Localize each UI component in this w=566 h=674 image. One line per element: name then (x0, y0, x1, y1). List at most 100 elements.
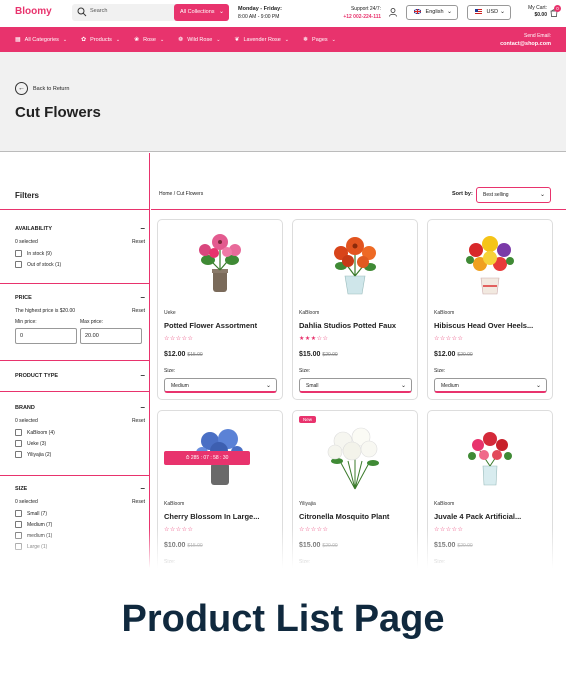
language-select[interactable]: English ⌄ (406, 5, 458, 20)
nav-item-all-categories[interactable]: ▦ All Categories ⌄ (15, 36, 67, 44)
cart-widget[interactable]: My Cart: $0.00 0 (515, 5, 561, 19)
checkbox[interactable] (15, 521, 22, 528)
product-name[interactable]: Citronella Mosquito Plant (299, 512, 415, 521)
filter-option[interactable]: Out of stock (1) (15, 259, 145, 270)
checkbox[interactable] (15, 429, 22, 436)
support-phone[interactable]: +12 002-224-111 (337, 13, 381, 21)
filter-header[interactable]: PRODUCT TYPE – (15, 371, 145, 383)
new-badge: New (299, 416, 317, 423)
sort-value: Best selling (483, 192, 509, 198)
chevron-down-icon: ⌄ (218, 9, 224, 15)
reset-link[interactable]: Reset (132, 308, 145, 314)
user-icon[interactable] (389, 8, 397, 17)
filter-header[interactable]: BRAND – (15, 403, 145, 415)
filter-option[interactable]: medium (1) (15, 530, 145, 541)
nav-item-rose[interactable]: ❀ Rose ⌄ (134, 36, 164, 44)
divider (0, 360, 150, 361)
collection-select[interactable]: All Collections ⌄ (174, 4, 229, 21)
back-to-return-link[interactable]: ← Back to Return (15, 82, 69, 95)
search-input[interactable]: Search (90, 8, 107, 14)
filter-option[interactable]: Small (7) (15, 508, 145, 519)
sort-label: Sort by: (452, 191, 473, 197)
chevron-down-icon: ⌄ (115, 36, 121, 43)
page-title: Cut Flowers (15, 104, 101, 121)
product-name[interactable]: Potted Flower Assortment (164, 321, 280, 330)
product-card[interactable]: ⏱ 285 : 07 : 58 : 30 KaBloom Cherry Blos… (157, 410, 283, 591)
filter-option[interactable]: KaBloom (4) (15, 427, 145, 438)
breadcrumb-home[interactable]: Home (159, 191, 172, 197)
filter-option[interactable]: Medium (7) (15, 519, 145, 530)
filter-title: PRODUCT TYPE (15, 373, 59, 379)
product-price: $15.00 $20.00 (434, 542, 473, 549)
collapse-icon[interactable]: – (141, 224, 145, 233)
checkbox[interactable] (15, 451, 22, 458)
checkbox[interactable] (15, 261, 22, 268)
divider (0, 209, 150, 210)
collapse-icon[interactable]: – (141, 293, 145, 302)
product-card[interactable]: New Yiliyajia Citronella Mosquito Plant … (292, 410, 418, 591)
product-card[interactable]: KaBloom Hibiscus Head Over Heels... ☆☆☆☆… (427, 219, 553, 400)
divider (0, 283, 150, 284)
rating-stars: ☆☆☆☆☆ (434, 336, 464, 342)
back-label: Back to Return (33, 85, 70, 92)
size-select[interactable]: Medium ⌄ (164, 378, 277, 393)
dahlia-bouquet-image[interactable] (293, 220, 417, 306)
checkbox[interactable] (15, 440, 22, 447)
potted-flower-image[interactable] (158, 220, 282, 306)
filter-option[interactable]: Large (1) (15, 541, 145, 552)
grid-icon: ▦ (15, 37, 21, 43)
search-bar[interactable]: Search All Collections ⌄ (72, 4, 229, 21)
product-listing: Home / Cut Flowers Sort by: Best selling… (151, 153, 566, 591)
max-price-group: Max price: 20.00 (80, 319, 143, 344)
reset-link[interactable]: Reset (132, 499, 145, 505)
chevron-down-icon: ⌄ (539, 192, 545, 198)
hibiscus-bouquet-image[interactable] (428, 220, 552, 306)
nav-item-wild-rose[interactable]: ❁ Wild Rose ⌄ (178, 36, 220, 44)
filter-title: SIZE (15, 486, 28, 492)
product-name[interactable]: Dahlia Studios Potted Faux (299, 321, 415, 330)
collapse-icon[interactable]: – (141, 403, 145, 412)
size-select[interactable]: Small ⌄ (299, 378, 412, 393)
filter-title: BRAND (15, 405, 35, 411)
nav-item-lavender-rose[interactable]: ❦ Lavender Rose ⌄ (234, 36, 289, 44)
current-price: $12.00 (164, 351, 186, 358)
white-roses-image[interactable] (293, 411, 417, 497)
collapse-icon[interactable]: – (141, 371, 145, 380)
checkbox[interactable] (15, 250, 22, 257)
reset-link[interactable]: Reset (132, 239, 145, 245)
filter-option[interactable]: In stock (9) (15, 248, 145, 259)
max-price-input[interactable]: 20.00 (80, 328, 142, 344)
size-select[interactable]: Medium ⌄ (434, 378, 547, 393)
filter-availability: AVAILABILITY – 0 selected Reset In stock (… (15, 224, 145, 270)
current-price: $15.00 (299, 351, 321, 358)
option-label: Ueke (3) (27, 440, 47, 447)
logo[interactable]: Bloomy (15, 6, 52, 17)
checkbox[interactable] (15, 543, 22, 550)
nav-item-products[interactable]: ✿ Products ⌄ (81, 36, 121, 44)
sort-select[interactable]: Best selling ⌄ (476, 187, 551, 203)
nav-item-pages[interactable]: ❅ Pages ⌄ (303, 36, 336, 44)
product-card[interactable]: KaBloom Dahlia Studios Potted Faux ★★★☆☆… (292, 219, 418, 400)
checkbox[interactable] (15, 510, 22, 517)
product-name[interactable]: Cherry Blossom In Large... (164, 512, 280, 521)
currency-select[interactable]: USD ⌄ (467, 5, 511, 20)
selected-count: 0 selected (15, 418, 38, 424)
min-price-input[interactable]: 0 (15, 328, 77, 344)
product-card[interactable]: Ueke Potted Flower Assortment ☆☆☆☆☆ $12.… (157, 219, 283, 400)
email-value[interactable]: contact@shop.com (500, 40, 551, 48)
product-price: $15.00 $20.00 (299, 542, 338, 549)
price-note: The highest price is $20.00 (15, 308, 76, 314)
collapse-icon[interactable]: – (141, 484, 145, 493)
filter-option[interactable]: Ueke (3) (15, 438, 145, 449)
reset-link[interactable]: Reset (132, 418, 145, 424)
product-name[interactable]: Hibiscus Head Over Heels... (434, 321, 550, 330)
filter-header[interactable]: AVAILABILITY – (15, 224, 145, 236)
filter-header[interactable]: SIZE – (15, 484, 145, 496)
artificial-flowers-image[interactable] (428, 411, 552, 497)
filter-option[interactable]: Yiliyajia (2) (15, 449, 145, 460)
filter-brand: BRAND – 0 selected Reset KaBloom (4) Ueke … (15, 403, 145, 460)
product-name[interactable]: Juvale 4 Pack Artificial... (434, 512, 550, 521)
filter-header[interactable]: PRICE – (15, 293, 145, 305)
product-card[interactable]: KaBloom Juvale 4 Pack Artificial... ☆☆☆☆… (427, 410, 553, 591)
checkbox[interactable] (15, 532, 22, 539)
